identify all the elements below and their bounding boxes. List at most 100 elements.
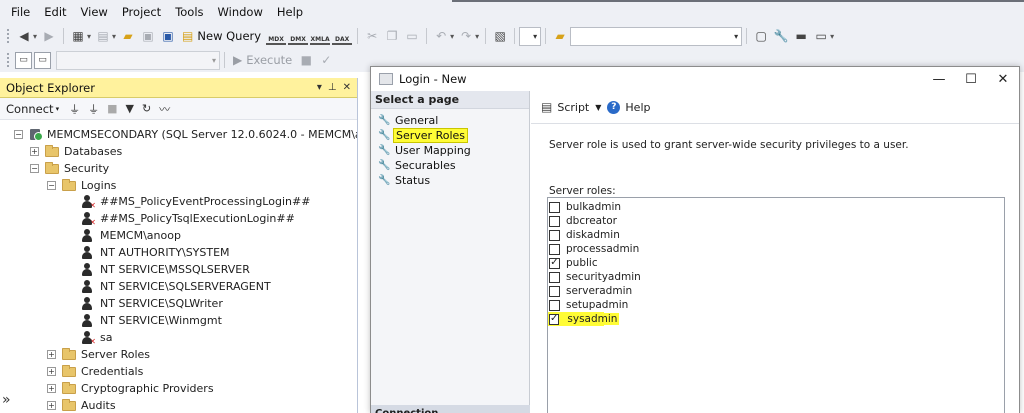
server-node[interactable]: − MEMCMSECONDARY (SQL Server 12.0.6024.0…	[14, 126, 357, 143]
dax-query-icon[interactable]: DAX	[332, 27, 353, 45]
close-icon[interactable]: ✕	[343, 82, 351, 93]
login-item[interactable]: ✕ sa	[81, 329, 112, 346]
cut-icon[interactable]: ✂	[363, 27, 381, 45]
add-item-dropdown-icon[interactable]: ▾	[112, 32, 116, 41]
pin-icon[interactable]: ⊥	[328, 82, 337, 93]
expand-icon[interactable]: +	[30, 147, 39, 156]
redo-icon[interactable]: ↷	[457, 27, 475, 45]
role-diskadmin[interactable]: diskadmin	[548, 228, 1004, 242]
menu-view[interactable]: View	[74, 0, 115, 24]
disconnect-icon[interactable]: ⏚	[88, 101, 99, 117]
cancel-query-icon[interactable]: ■	[297, 51, 315, 69]
execute-button[interactable]: ▶ Execute	[229, 50, 296, 70]
server-roles-node[interactable]: + Server Roles	[47, 346, 150, 363]
role-serveradmin[interactable]: serveradmin	[548, 284, 1004, 298]
solution-config-combo[interactable]: ▾	[519, 26, 542, 46]
parse-icon[interactable]: ✓	[317, 51, 335, 69]
login-item[interactable]: NT SERVICE\MSSQLSERVER	[81, 261, 250, 278]
activity-monitor-icon[interactable]: ▧	[491, 27, 509, 45]
role-processadmin[interactable]: processadmin	[548, 242, 1004, 256]
toolbar-grip[interactable]	[6, 52, 10, 68]
connect-button[interactable]: Connect	[6, 102, 54, 116]
save-all-icon[interactable]: ▣	[159, 27, 177, 45]
login-item[interactable]: MEMCM\anoop	[81, 227, 181, 244]
expand-icon[interactable]: +	[47, 350, 56, 359]
menu-window[interactable]: Window	[211, 0, 270, 24]
databases-node[interactable]: + Databases	[30, 143, 122, 160]
cryptographic-providers-node[interactable]: + Cryptographic Providers	[47, 380, 214, 397]
menu-project[interactable]: Project	[115, 0, 168, 24]
change-connection-icon[interactable]: ▭	[34, 51, 51, 69]
role-checkbox[interactable]	[549, 271, 560, 283]
available-databases-combo[interactable]: ▾	[56, 50, 220, 70]
login-item[interactable]: NT SERVICE\SQLSERVERAGENT	[81, 278, 271, 295]
role-securityadmin[interactable]: securityadmin	[548, 270, 1004, 284]
page-status[interactable]: 🔧 Status	[371, 173, 529, 188]
expand-icon[interactable]: +	[47, 401, 56, 410]
page-server-roles[interactable]: 🔧 Server Roles	[371, 128, 529, 143]
forward-icon[interactable]: ▶	[40, 27, 58, 45]
connect-plug-icon[interactable]: ⏚	[69, 101, 80, 117]
toolbar-grip[interactable]	[6, 28, 10, 44]
maximize-icon[interactable]: ☐	[955, 72, 987, 87]
find-combo[interactable]: ▾	[570, 26, 743, 46]
role-checkbox[interactable]	[549, 215, 560, 227]
solution-explorer-icon[interactable]: ▢	[752, 27, 770, 45]
menu-edit[interactable]: Edit	[37, 0, 73, 24]
page-general[interactable]: 🔧 General	[371, 113, 529, 128]
role-checkbox[interactable]	[549, 201, 560, 213]
menu-tools[interactable]: Tools	[168, 0, 210, 24]
credentials-node[interactable]: + Credentials	[47, 363, 143, 380]
collapse-icon[interactable]: −	[14, 130, 23, 139]
login-item[interactable]: ✕ ##MS_PolicyTsqlExecutionLogin##	[81, 210, 295, 227]
role-checkbox-checked[interactable]: ✓	[549, 257, 560, 269]
paste-icon[interactable]: ▭	[403, 27, 421, 45]
expand-icon[interactable]: +	[47, 367, 56, 376]
role-public[interactable]: ✓ public	[548, 256, 1004, 270]
menu-file[interactable]: File	[4, 0, 37, 24]
command-window-icon[interactable]: ▭	[812, 27, 830, 45]
role-setupadmin[interactable]: setupadmin	[548, 298, 1004, 312]
filter-icon[interactable]: ▼	[125, 102, 133, 115]
undo-icon[interactable]: ↶	[432, 27, 450, 45]
activity-icon[interactable]: 〰	[159, 101, 170, 117]
toolbar-options-icon[interactable]: ▾	[830, 32, 834, 41]
role-checkbox[interactable]	[549, 285, 560, 297]
add-item-icon[interactable]: ▤	[94, 27, 112, 45]
connect-query-icon[interactable]: ▭	[15, 51, 32, 69]
role-checkbox[interactable]	[549, 299, 560, 311]
close-icon[interactable]: ✕	[987, 72, 1019, 87]
find-in-files-icon[interactable]: ▰	[551, 27, 569, 45]
login-item[interactable]: NT SERVICE\Winmgmt	[81, 312, 222, 329]
new-project-dropdown-icon[interactable]: ▾	[87, 32, 91, 41]
collapse-icon[interactable]: −	[30, 164, 39, 173]
xmla-query-icon[interactable]: XMLA	[310, 27, 331, 45]
double-chevron-icon[interactable]: »	[2, 392, 11, 408]
role-checkbox[interactable]	[549, 243, 560, 255]
copy-icon[interactable]: ❐	[383, 27, 401, 45]
refresh-icon[interactable]: ↻	[142, 102, 151, 115]
redo-dropdown-icon[interactable]: ▾	[475, 32, 479, 41]
dmx-query-icon[interactable]: DMX	[288, 27, 309, 45]
properties-wrench-icon[interactable]: 🔧	[772, 27, 790, 45]
role-checkbox[interactable]	[549, 229, 560, 241]
role-sysadmin[interactable]: ✓ sysadmin	[548, 312, 620, 326]
mdx-query-icon[interactable]: MDX	[266, 27, 287, 45]
help-icon[interactable]: ?	[607, 100, 621, 114]
back-dropdown-icon[interactable]: ▾	[33, 32, 37, 41]
role-bulkadmin[interactable]: bulkadmin	[548, 200, 1004, 214]
back-icon[interactable]: ◀	[15, 27, 33, 45]
new-project-icon[interactable]: ▦	[69, 27, 87, 45]
collapse-icon[interactable]: −	[47, 181, 56, 190]
logins-node[interactable]: − Logins	[47, 177, 116, 194]
expand-icon[interactable]: +	[47, 384, 56, 393]
login-item[interactable]: ✕ ##MS_PolicyEventProcessingLogin##	[81, 193, 310, 210]
audits-node[interactable]: + Audits	[47, 397, 116, 413]
script-button[interactable]: Script	[557, 101, 589, 114]
save-icon[interactable]: ▣	[139, 27, 157, 45]
script-dropdown-icon[interactable]: ▼	[595, 103, 601, 112]
script-icon[interactable]: ▤	[541, 100, 552, 114]
window-position-icon[interactable]: ▾	[317, 82, 322, 93]
security-node[interactable]: − Security	[30, 160, 109, 177]
stop-icon[interactable]: ■	[107, 102, 117, 115]
